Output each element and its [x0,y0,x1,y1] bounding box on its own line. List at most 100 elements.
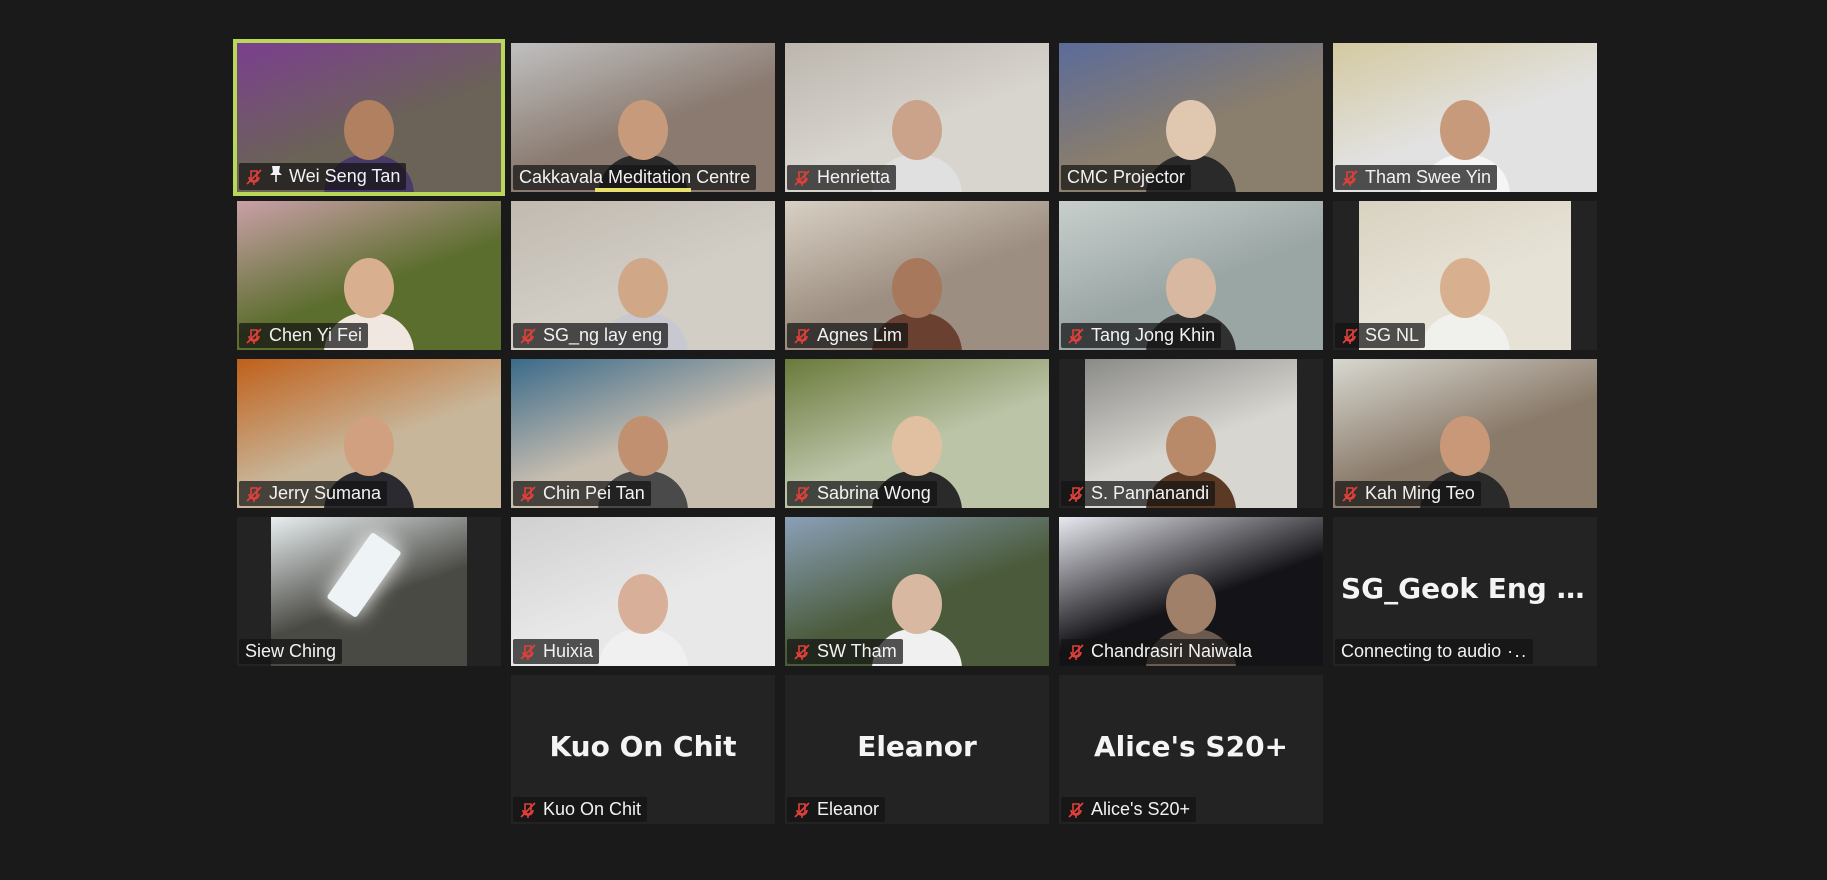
name-tag: SG_ng lay eng [513,323,669,348]
microphone-muted-icon [519,801,537,819]
name-tag: Cakkavala Meditation Centre [513,165,757,190]
participant-tile[interactable]: Agnes Lim [785,201,1049,350]
microphone-muted-icon [793,327,811,345]
participant-tile[interactable]: Cakkavala Meditation Centre [511,43,775,192]
participant-name: Kah Ming Teo [1365,483,1475,503]
microphone-muted-icon [519,485,537,503]
participant-tile[interactable]: Tham Swee Yin [1333,43,1597,192]
participant-tile[interactable]: SG_ng lay eng [511,201,775,350]
microphone-muted-icon [1341,485,1359,503]
participant-video-figure [598,564,688,666]
microphone-muted-icon [1067,801,1085,819]
participant-tile[interactable]: Chandrasiri Naiwala [1059,517,1323,666]
participant-video-figure [1420,248,1510,350]
participant-tile[interactable]: SW Tham [785,517,1049,666]
participant-tile[interactable]: Jerry Sumana [237,359,501,508]
participant-name: Kuo On Chit [543,799,642,819]
participant-tile[interactable]: Chin Pei Tan [511,359,775,508]
name-tag: CMC Projector [1061,165,1192,190]
participant-tile[interactable]: SG_Geok Eng C... Connecting to audio ·․. [1333,517,1597,666]
participant-name: Jerry Sumana [269,483,382,503]
participant-name: Siew Ching [245,641,337,661]
participant-name: S. Pannanandi [1091,483,1210,503]
participant-tile[interactable]: CMC Projector [1059,43,1323,192]
microphone-muted-icon [793,643,811,661]
participant-name: CMC Projector [1067,167,1186,187]
name-tag: S. Pannanandi [1061,481,1216,506]
name-tag: Chen Yi Fei [239,323,369,348]
participant-name: Wei Seng Tan [289,166,401,186]
participant-head [1440,100,1490,160]
participant-name: SW Tham [817,641,897,661]
participant-name: SG_ng lay eng [543,325,663,345]
name-tag: Connecting to audio ·․. [1335,639,1534,664]
participant-head [618,258,668,318]
microphone-muted-icon [1067,643,1085,661]
participant-head [892,100,942,160]
participant-tile[interactable]: Sabrina Wong [785,359,1049,508]
microphone-muted-icon [245,485,263,503]
participant-head [618,100,668,160]
name-tag: Siew Ching [239,639,343,664]
participant-display-name: Alice's S20+ [1093,729,1289,763]
participant-tile[interactable]: Alice's S20+ Alice's S20+ [1059,675,1323,824]
participant-head [1166,258,1216,318]
participant-head [1440,258,1490,318]
participant-name: Sabrina Wong [817,483,931,503]
participant-tile[interactable]: Kuo On Chit Kuo On Chit [511,675,775,824]
participant-head [892,258,942,318]
participant-tile[interactable]: Henrietta [785,43,1049,192]
participant-head [618,574,668,634]
participant-tile[interactable]: Chen Yi Fei [237,201,501,350]
participant-tile[interactable]: Siew Ching [237,517,501,666]
microphone-muted-icon [1067,485,1085,503]
participant-tile[interactable]: SG NL [1333,201,1597,350]
participant-tile [1333,675,1597,824]
participant-name: Huixia [543,641,594,661]
participant-name: Alice's S20+ [1091,799,1190,819]
participant-head [1166,574,1216,634]
name-tag: Tham Swee Yin [1335,165,1498,190]
microphone-muted-icon [245,327,263,345]
active-speaker-bar [595,188,691,192]
name-tag: Jerry Sumana [239,481,388,506]
microphone-muted-icon [793,169,811,187]
participant-head [892,416,942,476]
name-tag: SG NL [1335,323,1426,348]
participant-name: Cakkavala Meditation Centre [519,167,751,187]
name-tag: Alice's S20+ [1061,797,1196,822]
participant-tile [237,675,501,824]
meeting-window: { "participants": [ {"name":"Wei Seng Ta… [0,0,1827,880]
participant-display-name: Kuo On Chit [549,729,737,763]
participant-grid: Wei Seng Tan Cakkavala Meditation Centre H… [233,39,1600,828]
name-tag: Henrietta [787,165,897,190]
participant-name: Chandrasiri Naiwala [1091,641,1253,661]
participant-head [1166,416,1216,476]
participant-tile[interactable]: Wei Seng Tan [233,39,505,196]
participant-name: Connecting to audio [1341,641,1502,661]
name-tag: Tang Jong Khin [1061,323,1222,348]
microphone-muted-icon [245,168,263,186]
participant-tile[interactable]: S. Pannanandi [1059,359,1323,508]
participant-name: Henrietta [817,167,891,187]
participant-head [1440,416,1490,476]
participant-tile[interactable]: Huixia [511,517,775,666]
microphone-muted-icon [519,643,537,661]
name-tag: Chin Pei Tan [513,481,651,506]
participant-name: Tham Swee Yin [1365,167,1492,187]
participant-tile[interactable]: Kah Ming Teo [1333,359,1597,508]
microphone-muted-icon [1341,327,1359,345]
microphone-muted-icon [1067,327,1085,345]
participant-name: SG NL [1365,325,1420,345]
name-tag: SW Tham [787,639,903,664]
ceiling-light [325,531,402,619]
name-tag: Agnes Lim [787,323,909,348]
participant-display-name: SG_Geok Eng C... [1341,571,1597,605]
participant-tile[interactable]: Eleanor Eleanor [785,675,1049,824]
microphone-muted-icon [793,485,811,503]
name-tag: Sabrina Wong [787,481,937,506]
participant-tile[interactable]: Tang Jong Khin [1059,201,1323,350]
participant-head [892,574,942,634]
participant-name: Chen Yi Fei [269,325,363,345]
participant-head [344,100,394,160]
